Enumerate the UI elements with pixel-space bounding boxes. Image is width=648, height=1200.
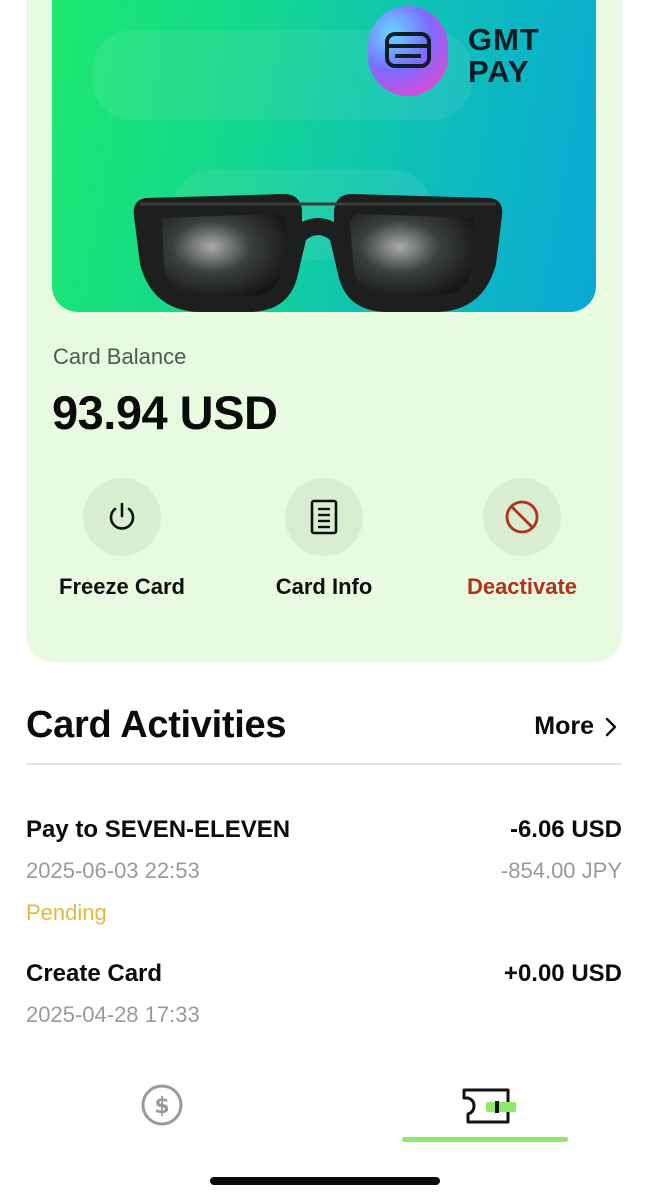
card-tab-icon[interactable]: [460, 1086, 522, 1126]
card-balance-amount: 93.94 USD: [52, 386, 278, 439]
power-icon: [109, 502, 135, 530]
activity-name: Create Card: [26, 960, 163, 987]
card-balance-label: Card Balance: [53, 344, 187, 369]
activity-date: 2025-04-28 17:33: [26, 1002, 200, 1027]
activity-date: 2025-06-03 22:53: [26, 858, 200, 883]
gmt-pay-logo: [368, 6, 448, 96]
deactivate-label[interactable]: Deactivate: [422, 574, 622, 600]
brand-line-1: GMT: [468, 22, 540, 57]
dollar-icon[interactable]: $: [139, 1082, 185, 1128]
activity-amount: +0.00 USD: [503, 960, 622, 987]
activity-name: Pay to SEVEN-ELEVEN: [26, 816, 291, 843]
activity-secondary-amount: -854.00 JPY: [500, 858, 622, 883]
deactivate-icon-circle[interactable]: [483, 478, 561, 556]
deactivate-button[interactable]: Deactivate: [422, 478, 622, 600]
card-icon: [385, 32, 431, 68]
card-activities-title: Card Activities: [26, 704, 287, 746]
card-info-icon-circle[interactable]: [285, 478, 363, 556]
card-info-button[interactable]: Card Info: [224, 478, 424, 600]
activity-status: Pending: [26, 900, 107, 925]
more-link[interactable]: More: [534, 712, 618, 741]
freeze-card-icon-circle[interactable]: [83, 478, 161, 556]
freeze-card-label[interactable]: Freeze Card: [22, 574, 222, 600]
section-divider: [26, 763, 622, 765]
brand-line-2: PAY: [468, 54, 530, 89]
active-tab-indicator: [402, 1137, 568, 1142]
svg-text:$: $: [154, 1094, 169, 1119]
freeze-card-button[interactable]: Freeze Card: [22, 478, 222, 600]
activity-amount: -6.06 USD: [509, 816, 622, 843]
more-label[interactable]: More: [534, 712, 594, 741]
chevron-right-icon[interactable]: [604, 716, 618, 738]
card-info-label[interactable]: Card Info: [224, 574, 424, 600]
sunglasses-image: [133, 194, 503, 312]
brand-name: GMT PAY: [468, 24, 588, 88]
document-icon: [310, 499, 338, 535]
block-icon: [505, 500, 539, 534]
home-indicator: [210, 1177, 440, 1185]
